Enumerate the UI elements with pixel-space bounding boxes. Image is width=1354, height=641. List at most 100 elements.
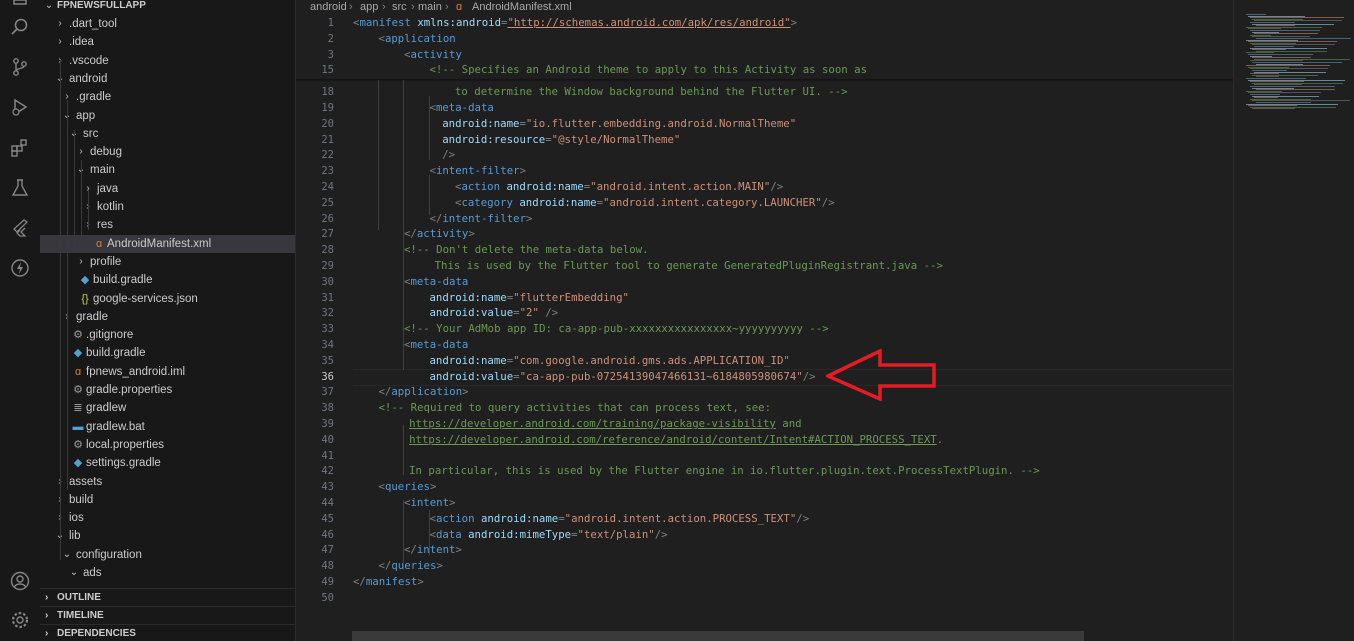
tree-item[interactable]: ›build [40,491,295,509]
code-token: "http://schemas.android.com/apk/res/andr… [507,16,791,29]
code-line[interactable]: android:resource="@style/NormalTheme" [442,132,680,148]
tree-item[interactable]: ⌄app [40,107,295,125]
code-token: to determine the Window background behin… [455,85,848,99]
code-line[interactable]: android:value="ca-app-pub-0725413904​746… [430,369,816,385]
tree-item[interactable]: ⚙ local.properties [40,436,295,454]
files-icon[interactable] [0,0,40,6]
code-line[interactable]: <application [379,31,456,47]
testing-icon[interactable] [0,173,40,203]
tree-item[interactable]: ›ios [40,509,295,527]
code-line[interactable]: <activity [404,47,462,63]
breadcrumb-item[interactable]: AndroidManifest.xml [472,0,572,14]
tree-item[interactable]: ⌄main [40,161,295,179]
tree-item[interactable]: ⚙ gradle.properties [40,381,295,399]
breadcrumb-item[interactable]: main [418,0,442,14]
tree-item[interactable]: › debug [40,143,295,161]
flutter-icon[interactable] [0,213,40,243]
tree-item[interactable]: ɑ AndroidManifest.xml [40,234,295,253]
code-line[interactable]: </intent> [404,542,462,558]
tree-item[interactable]: ≣ gradlew [40,399,295,417]
code-line[interactable]: <!-- Required to query activities that c… [379,400,772,416]
explorer-root[interactable]: ⌄ FPNEWSFULLAPP [40,0,295,15]
code-line[interactable]: <!-- Specifies an Android theme to apply… [430,62,868,78]
breadcrumb-item[interactable]: android [310,0,347,14]
code-line[interactable]: to determine the Window background behin… [455,84,848,100]
code-line[interactable]: <!-- Your AdMob app ID: ca-app-pub-xxxxx… [404,321,829,337]
breadcrumb-item[interactable]: app [360,0,378,14]
tree-item[interactable]: ◆ build.gradle [40,271,295,289]
tree-item[interactable]: ›assets [40,473,295,491]
code-line[interactable]: <action android:name="android.intent.act… [455,179,783,195]
chevron-right-icon: › [58,18,62,29]
tree-item[interactable]: ◆ build.gradle [40,344,295,362]
code-line[interactable]: </activity> [404,226,475,242]
tree-item[interactable]: ›res [40,216,295,234]
tree-item[interactable]: › .gradle [40,88,295,106]
tree-item[interactable]: ◆ settings.gradle [40,454,295,472]
code-line[interactable]: </queries> [379,558,443,574]
tree-item[interactable]: › profile [40,253,295,271]
code-line[interactable]: <intent-filter> [430,163,527,179]
outline-section[interactable]: › OUTLINE [40,588,295,607]
chevron-right-icon: › [411,1,415,13]
tree-item[interactable]: › java [40,180,295,198]
code-line[interactable]: In particular, this is used by the Flutt… [409,463,1040,479]
line-number: 39 [321,418,334,430]
account-icon[interactable] [0,566,40,596]
code-line[interactable]: <intent> [404,495,455,511]
code-line[interactable]: <category android:name="android.intent.c… [455,195,835,211]
tree-item[interactable]: › .idea [40,33,295,51]
run-debug-icon[interactable] [0,92,40,122]
code-line[interactable]: /> [442,147,455,163]
tree-item[interactable]: ⌄lib [40,527,295,545]
line-number: 18 [321,86,334,99]
tree-item[interactable]: {} google-services.json [40,290,295,308]
source-control-icon[interactable] [0,52,40,82]
code-line[interactable]: This is used by the Flutter tool to gene… [435,258,943,274]
code-line[interactable]: <data android:mimeType="text/plain"/> [430,527,668,543]
line-number: 22 [321,149,334,162]
tree-item[interactable]: ⌄ ads [40,564,295,582]
code-line[interactable]: https://developer.android.com/training/p… [409,416,802,432]
code-line[interactable]: </intent-filter> [430,211,533,227]
code-line[interactable]: </manifest> [353,574,424,590]
code-token: /> [802,369,816,383]
timeline-section[interactable]: › TIMELINE [40,606,295,625]
code-editor[interactable]: android › app › src › main › ɑ AndroidMa… [296,0,1233,641]
extensions-icon[interactable] [0,133,40,163]
tree-item[interactable]: › .dart_tool [40,15,295,33]
search-icon[interactable] [0,12,40,42]
tree-item[interactable]: ⌄android [40,70,295,88]
breadcrumb-item[interactable]: src [392,0,407,14]
code-line[interactable]: <manifest xmlns:android="http://schemas.… [353,15,797,31]
tree-item[interactable]: ›kotlin [40,198,295,216]
tree-item[interactable]: ›.vscode [40,52,295,70]
tree-item[interactable]: ⚙ .gitignore [40,326,295,344]
code-line[interactable]: <!-- Don't delete the meta-data below. [404,242,649,258]
code-line[interactable]: <action android:name="android.intent.act… [430,511,810,527]
horizontal-scrollbar[interactable] [352,631,1084,641]
code-line[interactable]: android:name="com.google.android.gms.ads… [430,353,790,369]
code-line[interactable]: <meta-data [404,274,468,290]
gradle-elephant-icon: ◆ [73,457,83,470]
tree-item-label: settings.gradle [86,457,161,470]
line-number: 41 [321,449,334,462]
tree-item[interactable]: ɑ fpnews_android.iml [40,363,295,381]
tree-item[interactable]: ⌄src [40,125,295,143]
code-line[interactable]: <queries> [379,479,437,495]
code-line[interactable]: <meta-data [430,100,494,116]
code-line[interactable]: android:name="io.flutter.embedding.andro… [442,116,796,132]
code-line[interactable]: android:name="flutterEmbedding" [430,290,629,306]
tree-item[interactable]: ▬ gradlew.bat [40,418,295,436]
code-line[interactable]: android:value="2" /> [430,305,559,321]
tree-item-label: res [97,219,113,232]
lightning-icon[interactable] [0,253,40,283]
tree-item[interactable]: ⌄ configuration [40,546,295,564]
minimap[interactable] [1233,0,1354,641]
settings-gear-icon[interactable] [0,605,40,635]
code-line[interactable]: <meta-data [404,337,468,353]
code-line[interactable]: </application> [379,384,469,400]
code-line[interactable]: https://developer.android.com/reference/… [409,432,943,448]
tree-item[interactable]: ›gradle [40,308,295,326]
dependencies-section[interactable]: › DEPENDENCIES [40,624,295,641]
